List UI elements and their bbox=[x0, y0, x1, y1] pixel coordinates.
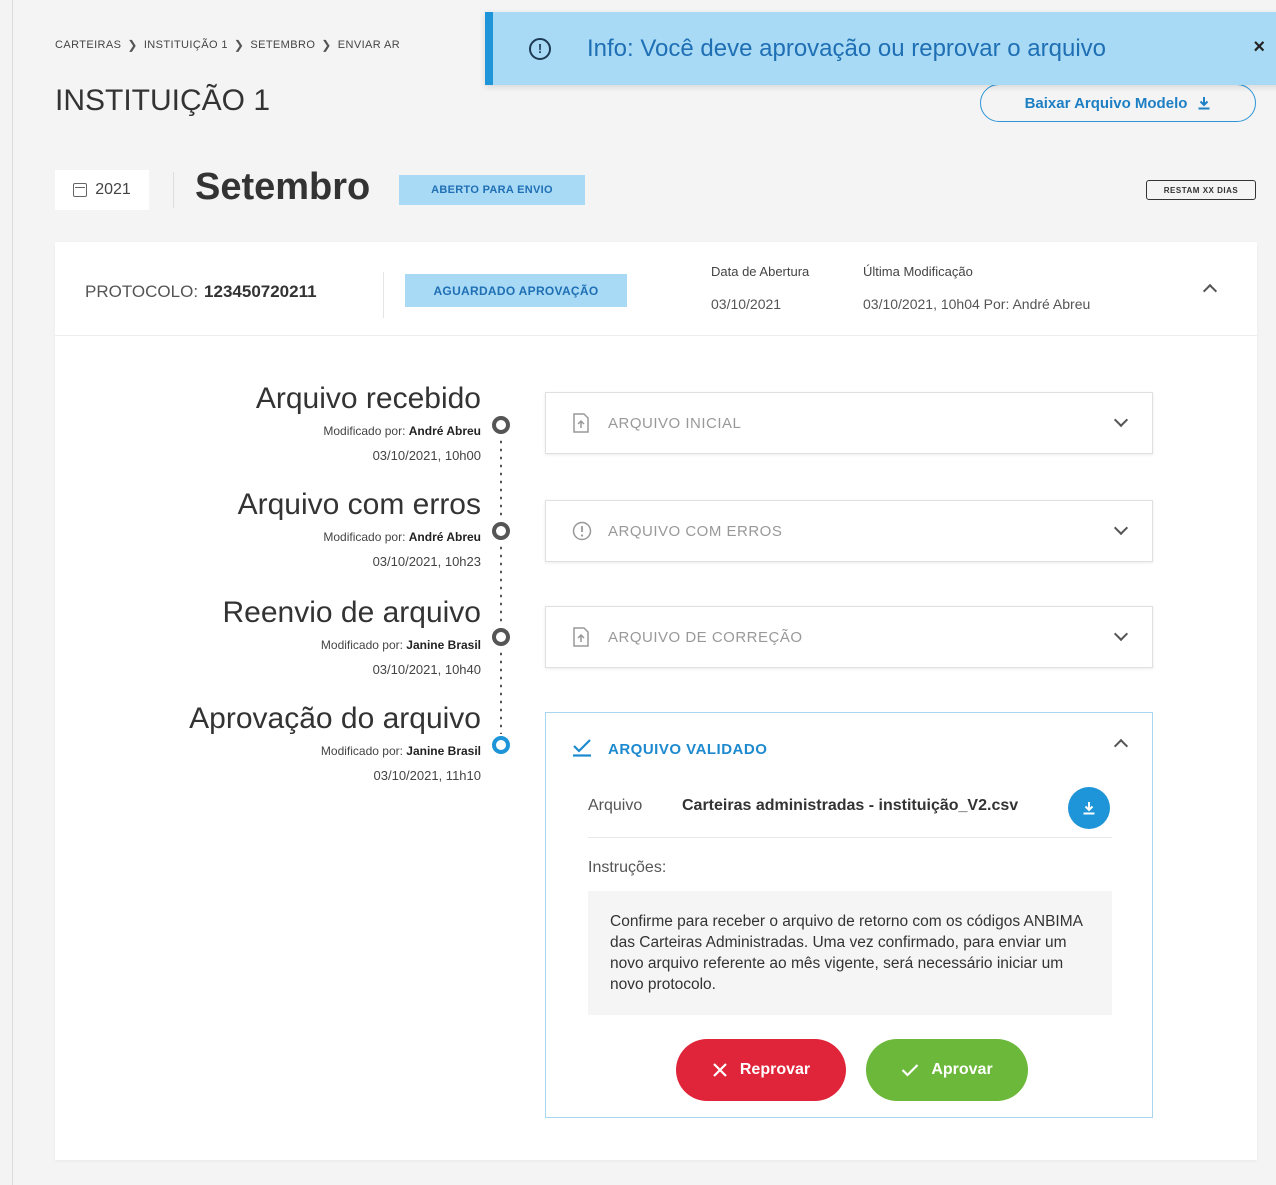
status-badge-awaiting: AGUARDADO APROVAÇÃO bbox=[405, 274, 627, 307]
protocol-number: 123450720211 bbox=[204, 282, 317, 301]
divider bbox=[383, 272, 384, 318]
timeline-step: Reenvio de arquivo Modificado por: Janin… bbox=[55, 596, 481, 686]
accordion-arquivo-de-correcao[interactable]: ARQUIVO DE CORREÇÃO bbox=[545, 606, 1153, 668]
step-title: Aprovação do arquivo bbox=[189, 702, 481, 735]
calendar-icon bbox=[73, 183, 88, 197]
status-badge-open: ABERTO PARA ENVIO bbox=[399, 175, 585, 205]
chevron-down-icon bbox=[1113, 626, 1129, 642]
accordion-arquivo-com-erros[interactable]: ARQUIVO COM ERROS bbox=[545, 500, 1153, 562]
alert-circle-icon bbox=[572, 521, 592, 541]
protocol-card: PROTOCOLO: 123450720211 AGUARDADO APROVAÇ… bbox=[55, 242, 1257, 1160]
opened-value: 03/10/2021 bbox=[711, 296, 782, 312]
protocol-label: PROTOCOLO: 123450720211 bbox=[85, 282, 317, 302]
close-icon bbox=[713, 1063, 727, 1077]
download-model-button[interactable]: Baixar Arquivo Modelo bbox=[980, 84, 1256, 122]
accordion-label: ARQUIVO INICIAL bbox=[608, 415, 742, 432]
divider bbox=[588, 837, 1112, 838]
divider bbox=[173, 172, 174, 208]
step-date: 03/10/2021, 10h40 bbox=[372, 662, 481, 677]
page-title: INSTITUIÇÃO 1 bbox=[55, 84, 271, 117]
days-left-badge: RESTAM XX DIAS bbox=[1146, 180, 1256, 200]
step-modified-by: Modificado por: André Abreu bbox=[323, 530, 481, 544]
step-modified-user: Janine Brasil bbox=[406, 744, 481, 758]
download-icon bbox=[1083, 802, 1095, 815]
month-title: Setembro bbox=[195, 166, 371, 208]
opened-label: Data de Abertura bbox=[711, 264, 810, 279]
accordion-label: ARQUIVO COM ERROS bbox=[608, 523, 783, 540]
download-icon bbox=[1198, 97, 1210, 110]
chevron-right-icon: ❯ bbox=[321, 38, 332, 52]
file-upload-icon bbox=[573, 627, 589, 647]
file-label: Arquivo bbox=[588, 797, 643, 814]
timeline-connector bbox=[500, 438, 502, 518]
timeline-step: Arquivo com erros Modificado por: André … bbox=[55, 488, 481, 578]
step-date: 03/10/2021, 10h00 bbox=[372, 448, 481, 463]
step-modified-prefix: Modificado por: bbox=[320, 638, 403, 652]
step-title: Arquivo com erros bbox=[237, 488, 481, 521]
timeline-connector bbox=[500, 650, 502, 734]
timeline-dot bbox=[492, 522, 510, 540]
info-icon: ! bbox=[529, 37, 551, 60]
check-icon bbox=[902, 1064, 919, 1077]
timeline-connector bbox=[500, 544, 502, 626]
step-modified-user: André Abreu bbox=[408, 530, 481, 544]
step-modified-by: Modificado por: Janine Brasil bbox=[321, 744, 481, 758]
chevron-up-icon[interactable] bbox=[1202, 283, 1218, 299]
info-toast: ! Info: Você deve aprovação ou reprovar … bbox=[485, 12, 1276, 85]
step-modified-prefix: Modificado por: bbox=[323, 530, 406, 544]
timeline-dot-active bbox=[492, 736, 510, 754]
approve-label: Aprovar bbox=[931, 1061, 993, 1078]
accordion-label[interactable]: ARQUIVO VALIDADO bbox=[608, 741, 767, 758]
year-selector[interactable]: 2021 bbox=[55, 170, 149, 210]
download-model-label: Baixar Arquivo Modelo bbox=[1024, 94, 1188, 112]
file-upload-icon bbox=[573, 413, 589, 433]
year-value: 2021 bbox=[95, 181, 131, 198]
step-date: 03/10/2021, 10h23 bbox=[372, 554, 481, 569]
timeline-step: Aprovação do arquivo Modificado por: Jan… bbox=[55, 702, 481, 792]
timeline-dot bbox=[492, 416, 510, 434]
protocol-header[interactable]: PROTOCOLO: 123450720211 AGUARDADO APROVAÇ… bbox=[55, 242, 1257, 336]
file-name: Carteiras administradas - instituição_V2… bbox=[682, 797, 1019, 814]
accordion-label: ARQUIVO DE CORREÇÃO bbox=[608, 629, 803, 646]
reject-button[interactable]: Reprovar bbox=[676, 1039, 846, 1101]
download-file-button[interactable] bbox=[1068, 787, 1110, 829]
reject-label: Reprovar bbox=[739, 1061, 811, 1078]
accordion-arquivo-inicial[interactable]: ARQUIVO INICIAL bbox=[545, 392, 1153, 454]
toast-message: Info: Você deve aprovação ou reprovar o … bbox=[587, 34, 1106, 62]
step-modified-prefix: Modificado por: bbox=[323, 424, 406, 438]
breadcrumb-item-carteiras[interactable]: CARTEIRAS bbox=[55, 39, 121, 51]
close-icon[interactable]: × bbox=[1253, 36, 1265, 59]
accordion-arquivo-validado: ARQUIVO VALIDADO Arquivo Carteiras admin… bbox=[545, 712, 1153, 1118]
chevron-right-icon: ❯ bbox=[233, 38, 245, 52]
modified-label: Última Modificação bbox=[863, 264, 973, 279]
step-title: Arquivo recebido bbox=[255, 382, 481, 415]
step-modified-prefix: Modificado por: bbox=[320, 744, 403, 758]
check-underline-icon bbox=[573, 739, 591, 757]
step-modified-user: Janine Brasil bbox=[406, 638, 481, 652]
breadcrumb: CARTEIRAS ❯ INSTITUIÇÃO 1 ❯ SETEMBRO ❯ E… bbox=[55, 38, 400, 52]
breadcrumb-item-setembro[interactable]: SETEMBRO bbox=[250, 39, 315, 51]
step-date: 03/10/2021, 11h10 bbox=[373, 768, 481, 783]
step-modified-by: Modificado por: Janine Brasil bbox=[321, 638, 481, 652]
chevron-down-icon bbox=[1113, 412, 1129, 428]
chevron-up-icon[interactable] bbox=[1113, 738, 1129, 754]
instructions-text: Confirme para receber o arquivo de retor… bbox=[588, 891, 1112, 1015]
step-modified-user: André Abreu bbox=[408, 424, 481, 438]
chevron-right-icon: ❯ bbox=[127, 38, 138, 52]
protocol-label-text: PROTOCOLO: bbox=[85, 282, 199, 301]
step-title: Reenvio de arquivo bbox=[222, 596, 481, 629]
breadcrumb-item-instituicao[interactable]: INSTITUIÇÃO 1 bbox=[144, 39, 228, 51]
breadcrumb-item-enviar: ENVIAR AR bbox=[337, 39, 401, 51]
modified-value: 03/10/2021, 10h04 Por: André Abreu bbox=[863, 296, 1091, 312]
page: CARTEIRAS ❯ INSTITUIÇÃO 1 ❯ SETEMBRO ❯ E… bbox=[12, 0, 1276, 1185]
chevron-down-icon bbox=[1113, 520, 1129, 536]
step-modified-by: Modificado por: André Abreu bbox=[323, 424, 481, 438]
timeline-dot bbox=[492, 628, 510, 646]
timeline-step: Arquivo recebido Modificado por: André A… bbox=[55, 382, 481, 472]
approve-button[interactable]: Aprovar bbox=[866, 1039, 1028, 1101]
instructions-label: Instruções: bbox=[588, 859, 667, 876]
